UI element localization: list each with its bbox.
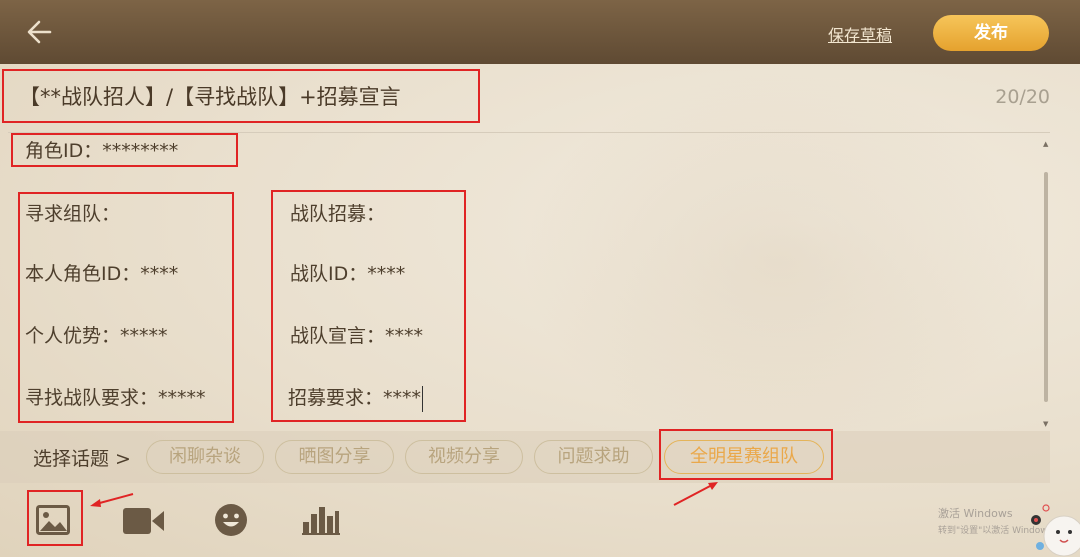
- mascot-sticker-icon: [1031, 504, 1080, 557]
- arrow-to-topic-chip-icon: [673, 482, 718, 506]
- arrow-to-image-tool-icon: [90, 493, 134, 507]
- annotation-arrows: [90, 482, 718, 507]
